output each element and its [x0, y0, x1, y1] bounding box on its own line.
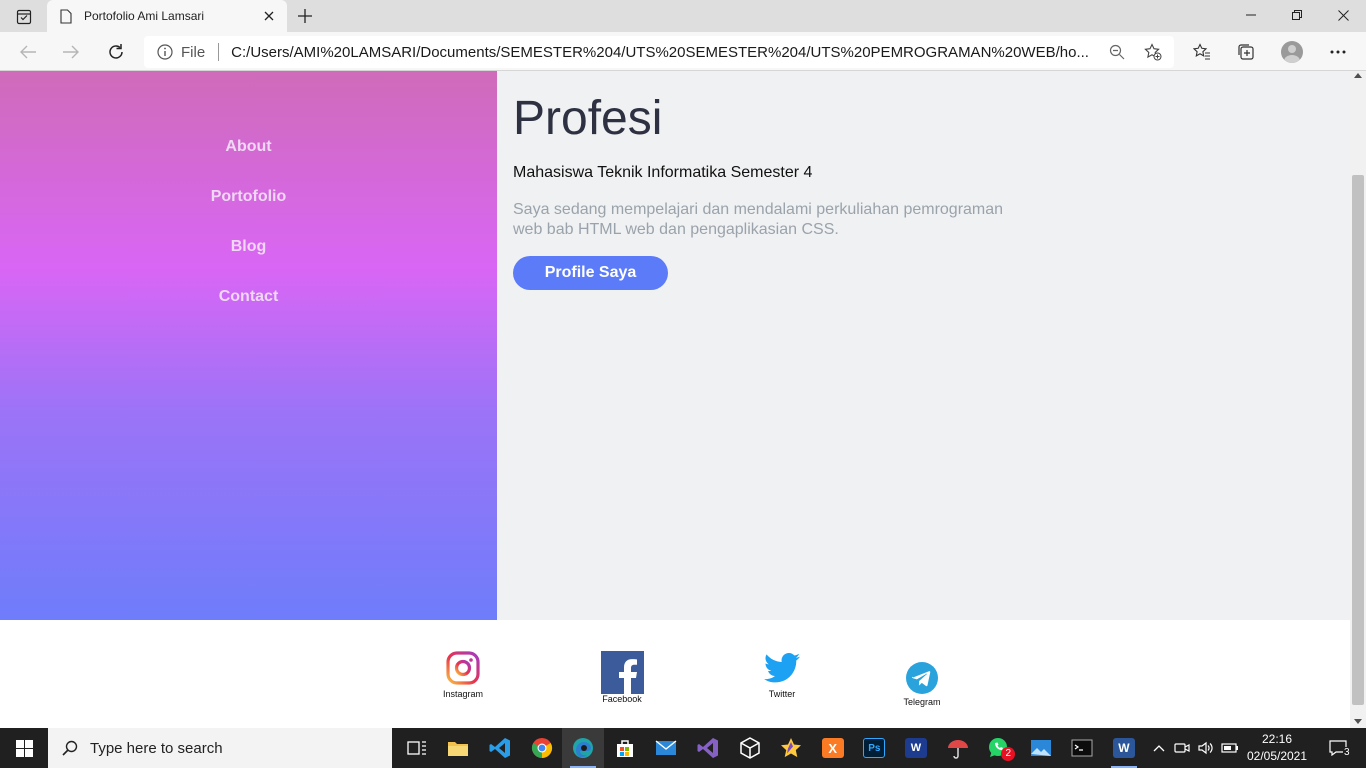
vscode-icon[interactable] [479, 728, 521, 768]
main-content: Profesi Mahasiswa Teknik Informatika Sem… [497, 71, 1350, 620]
sidebar: About Portofolio Blog Contact [0, 71, 497, 620]
visual-studio-icon[interactable] [687, 728, 729, 768]
mail-icon[interactable] [646, 728, 688, 768]
show-hidden-icons-icon[interactable] [1150, 728, 1168, 768]
xampp-icon[interactable]: X [812, 728, 854, 768]
page-viewport: About Portofolio Blog Contact Profesi Ma… [0, 71, 1350, 728]
nav-about[interactable]: About [0, 138, 497, 156]
profile-avatar[interactable] [1276, 36, 1308, 68]
tab-title: Portofolio Ami Lamsari [84, 9, 205, 23]
social-label: Twitter [768, 689, 796, 699]
page-title: Profesi [513, 92, 663, 145]
social-twitter[interactable]: Twitter [737, 651, 827, 699]
info-icon[interactable] [157, 44, 175, 60]
nav-blog[interactable]: Blog [0, 238, 497, 256]
collections-icon[interactable] [1230, 36, 1262, 68]
whatsapp-icon[interactable]: 2 [978, 728, 1020, 768]
scroll-up-icon[interactable] [1354, 73, 1362, 78]
social-instagram[interactable]: Instagram [418, 651, 508, 699]
nav-portofolio[interactable]: Portofolio [0, 188, 497, 206]
forward-icon[interactable] [55, 36, 87, 68]
twitter-icon [764, 653, 800, 683]
taskbar-search[interactable]: Type here to search [48, 728, 392, 768]
search-placeholder: Type here to search [90, 739, 223, 757]
vertical-scrollbar[interactable] [1350, 71, 1366, 728]
task-view-icon[interactable] [396, 728, 438, 768]
address-url[interactable]: C:/Users/AMI%20LAMSARI/Documents/SEMESTE… [231, 44, 1091, 61]
wps-office-icon[interactable]: W [895, 728, 937, 768]
terminal-icon[interactable] [1062, 728, 1104, 768]
favorites-icon[interactable] [1186, 36, 1218, 68]
social-label: Facebook [602, 694, 642, 704]
notification-center-icon[interactable]: 3 [1320, 728, 1356, 768]
tab-actions-icon[interactable] [8, 6, 40, 28]
windows-start-icon[interactable] [0, 728, 48, 768]
new-tab-icon[interactable] [292, 4, 318, 28]
volume-icon[interactable] [1196, 728, 1216, 768]
social-telegram[interactable]: Telegram [877, 662, 967, 707]
zoom-icon[interactable] [1106, 42, 1128, 62]
virtualbox-icon[interactable] [729, 728, 771, 768]
social-label: Instagram [442, 689, 484, 699]
word-icon[interactable]: W [1103, 728, 1145, 768]
chrome-icon[interactable] [521, 728, 563, 768]
page-subtitle: Mahasiswa Teknik Informatika Semester 4 [513, 164, 813, 181]
taskbar-apps: X Ps W 2 W [396, 728, 1145, 768]
nav-contact[interactable]: Contact [0, 288, 497, 306]
clock-time: 22:16 [1261, 732, 1293, 746]
add-favorite-icon[interactable] [1142, 42, 1164, 62]
more-options-icon[interactable] [1322, 36, 1354, 68]
network-icon[interactable] [1220, 728, 1240, 768]
instagram-icon [446, 651, 480, 685]
profile-button[interactable]: Profile Saya [513, 256, 668, 290]
telegram-icon [906, 662, 938, 694]
starred-app-icon[interactable] [770, 728, 812, 768]
search-icon [62, 740, 78, 756]
footer: Instagram Facebook Twitter Telegram [0, 620, 1350, 728]
photos-icon[interactable] [1020, 728, 1062, 768]
address-divider [218, 43, 220, 61]
avatar-icon [1281, 41, 1303, 63]
clock-date: 02/05/2021 [1246, 749, 1308, 763]
facebook-icon [600, 651, 644, 694]
microsoft-store-icon[interactable] [604, 728, 646, 768]
page-description: Saya sedang mempelajari dan mendalami pe… [513, 201, 1004, 238]
browser-tab[interactable]: Portofolio Ami Lamsari [47, 0, 287, 32]
page-icon [60, 8, 74, 24]
scroll-down-icon[interactable] [1354, 719, 1362, 724]
refresh-icon[interactable] [100, 36, 132, 68]
minimize-icon[interactable] [1228, 0, 1274, 30]
taskbar: Type here to search X Ps W 2 W 22:16 02/… [0, 728, 1366, 768]
meet-now-icon[interactable] [1172, 728, 1192, 768]
scheme-label: File [181, 43, 206, 61]
whatsapp-badge: 2 [1001, 747, 1016, 761]
photoshop-icon[interactable]: Ps [854, 728, 896, 768]
restore-icon[interactable] [1274, 0, 1320, 30]
close-window-icon[interactable] [1320, 0, 1366, 30]
social-facebook[interactable]: Facebook [577, 651, 667, 704]
back-icon[interactable] [12, 36, 44, 68]
file-explorer-icon[interactable] [438, 728, 480, 768]
umbrella-app-icon[interactable] [937, 728, 979, 768]
social-label: Telegram [903, 697, 941, 707]
scrollbar-thumb[interactable] [1352, 175, 1364, 705]
browser-toolbar: File C:/Users/AMI%20LAMSARI/Documents/SE… [0, 32, 1366, 71]
address-bar[interactable]: File C:/Users/AMI%20LAMSARI/Documents/SE… [144, 36, 1174, 68]
browser-tab-bar: Portofolio Ami Lamsari [0, 0, 1366, 32]
notification-count: 3 [1343, 747, 1351, 758]
close-tab-icon[interactable] [255, 2, 283, 30]
edge-icon[interactable] [562, 728, 604, 768]
taskbar-clock[interactable]: 22:16 02/05/2021 [1240, 731, 1314, 765]
